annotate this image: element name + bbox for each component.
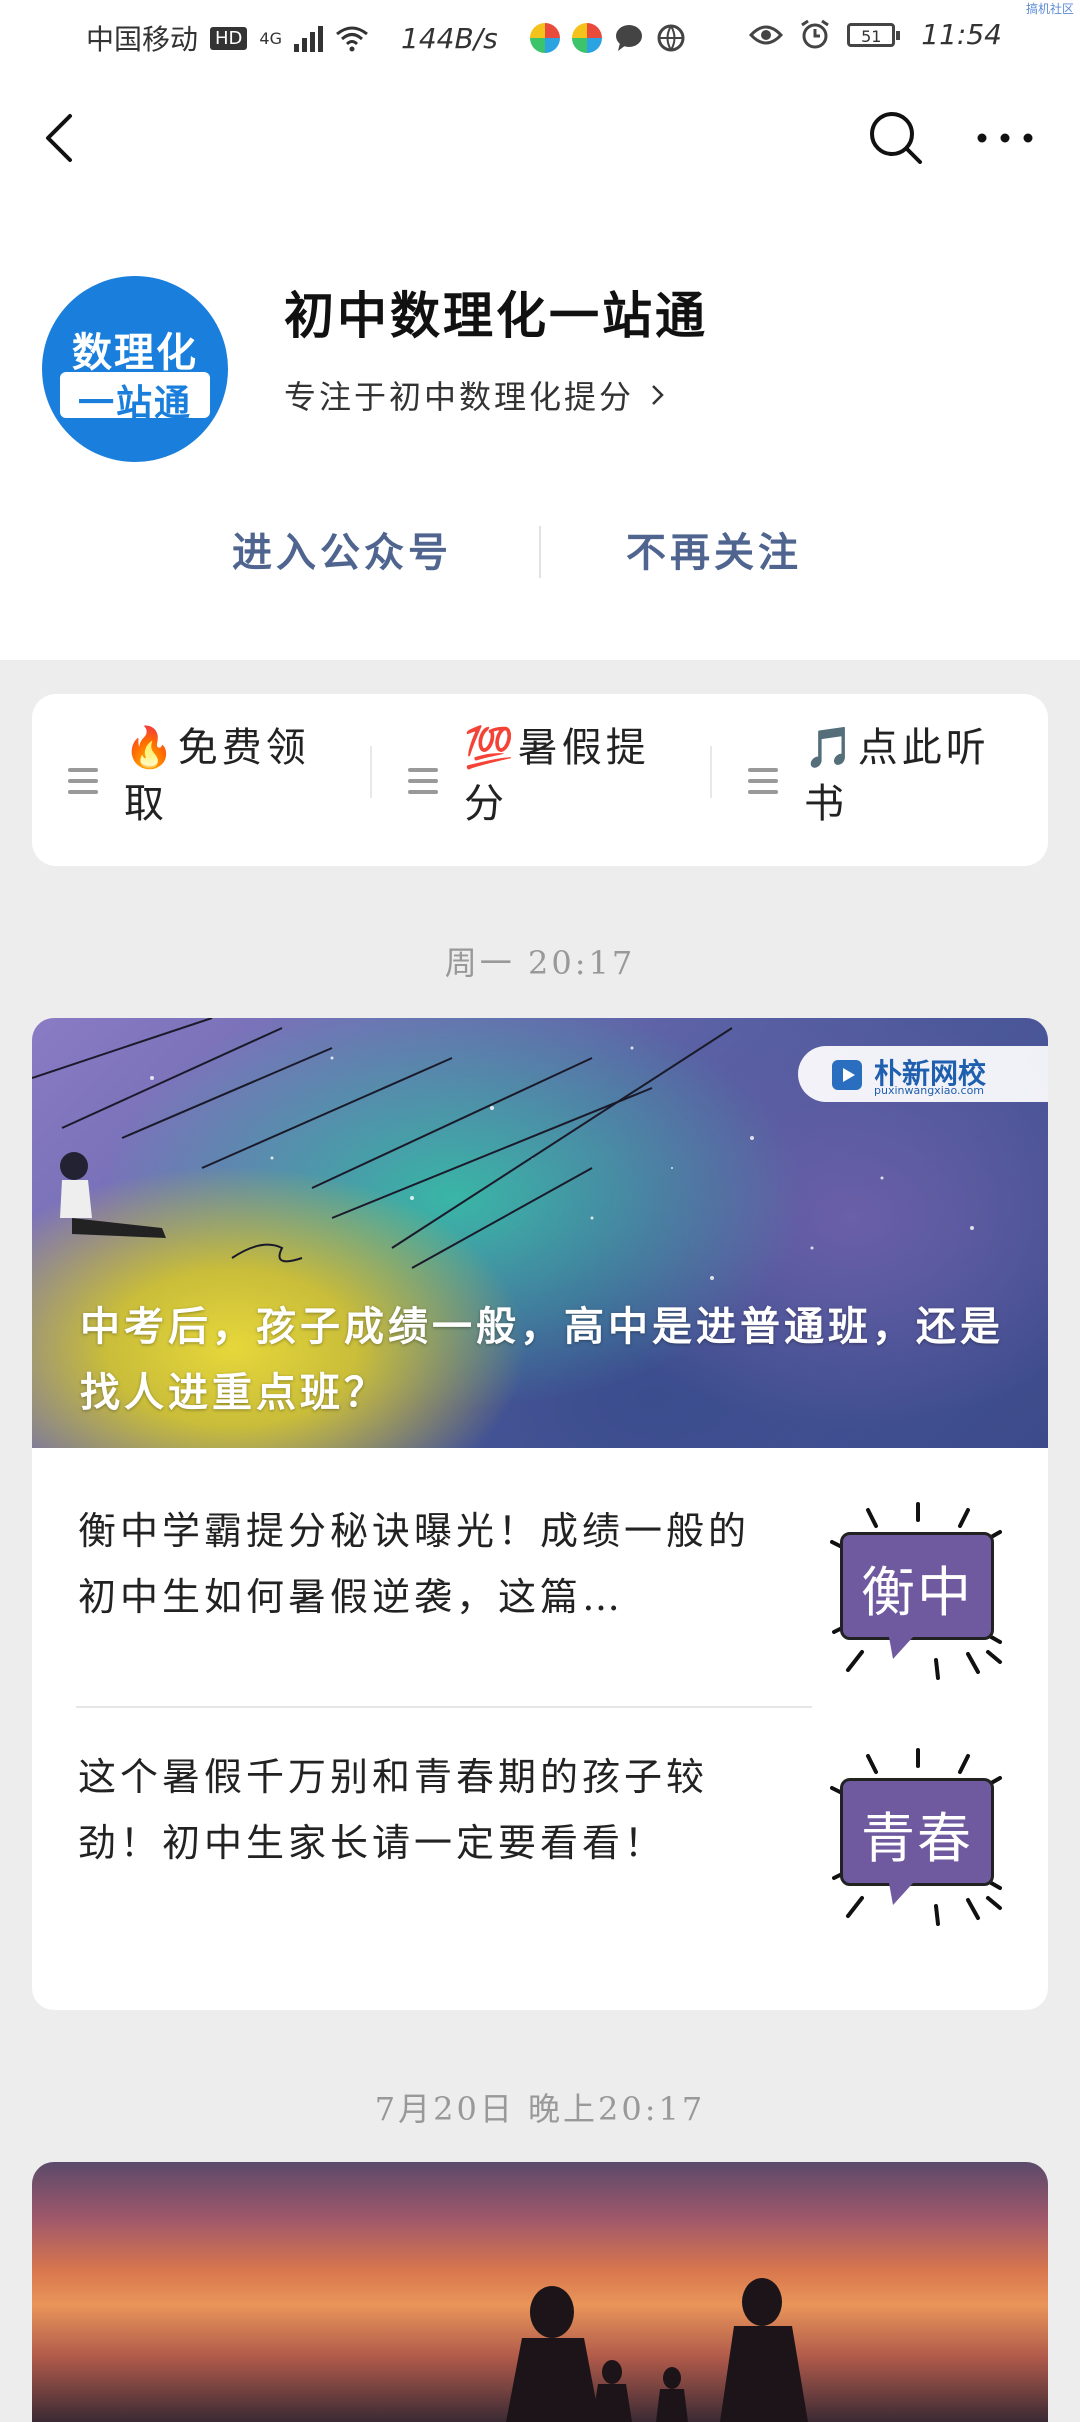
thumbnail-text: 青春 (861, 1809, 973, 1869)
thumbnail-text: 衡中 (861, 1563, 973, 1623)
divider (539, 526, 541, 578)
menu-item-label: 🎵点此听书 (804, 725, 990, 827)
account-description[interactable]: 专注于初中数理化提分 (284, 372, 670, 418)
avatar-line1: 数理化 (72, 330, 198, 376)
battery-icon: 51 (847, 22, 901, 47)
brand-url: puxinwangxiao.com (874, 1084, 985, 1097)
article-card: 朴新网校 puxinwangxiao.com 中考后，孩子成绩一般，高中是进普通… (32, 1018, 1048, 2010)
status-bar: 中国移动 HD 4G 144B/s 51 11:54 搞机社区 (0, 0, 1080, 70)
account-actions: 进入公众号 不再关注 (0, 520, 1080, 590)
signal-icon (294, 24, 323, 52)
carrier-label: 中国移动 (86, 23, 199, 56)
header-region: 中国移动 HD 4G 144B/s 51 11:54 搞机社区 数理化 一站通 (0, 0, 1080, 660)
menu-item-label: 🔥免费领取 (124, 725, 310, 827)
article-thumbnail: 衡中 (828, 1502, 1008, 1682)
app-notification-icon (571, 23, 602, 53)
menu-icon (748, 768, 778, 794)
account-description-text: 专注于初中数理化提分 (284, 378, 635, 416)
clock: 11:54 (921, 18, 1002, 51)
net-speed: 144B/s (401, 21, 498, 55)
message-timestamp: 7月20日 晚上20:17 (374, 2090, 706, 2128)
chevron-right-icon (652, 385, 664, 405)
alarm-icon (801, 19, 830, 48)
app-notification-icon (529, 23, 560, 53)
article-thumbnail: 青春 (828, 1748, 1008, 1928)
article-list-item[interactable]: 这个暑假千万别和青春期的孩子较劲！初中生家长请一定要看看！ 青春 (32, 1708, 1048, 1968)
hd-badge: HD (210, 26, 248, 50)
play-logo-icon (832, 1060, 862, 1090)
avatar[interactable]: 数理化 一站通 (42, 276, 228, 462)
search-icon[interactable] (866, 108, 926, 168)
chat-icon (615, 25, 642, 51)
article-title: 衡中学霸提分秘诀曝光！成绩一般的初中生如何暑假逆袭，这篇… (78, 1509, 751, 1619)
menu-item-summer[interactable]: 💯暑假提分 (372, 720, 672, 840)
account-name: 初中数理化一站通 (284, 286, 708, 345)
brand-logo: 朴新网校 puxinwangxiao.com (798, 1046, 1048, 1102)
article-cover[interactable]: 朴新网校 puxinwangxiao.com 中考后，孩子成绩一般，高中是进普通… (32, 1018, 1048, 1448)
sunset-family-illustration (506, 2278, 808, 2422)
article-title: 这个暑假千万别和青春期的孩子较劲！初中生家长请一定要看看！ (78, 1755, 709, 1865)
unfollow-button[interactable]: 不再关注 (626, 520, 802, 578)
menu-icon (408, 768, 438, 794)
message-timestamp: 周一 20:17 (444, 944, 636, 982)
menu-item-audiobook[interactable]: 🎵点此听书 (712, 720, 1012, 840)
globe-icon (657, 24, 685, 52)
more-dots-icon[interactable] (972, 108, 1038, 168)
back-chevron-icon[interactable] (36, 108, 96, 168)
wifi-icon (336, 26, 368, 52)
network-type: 4G (259, 28, 282, 48)
account-menu: 🔥免费领取 💯暑假提分 🎵点此听书 (32, 694, 1048, 866)
enter-account-button[interactable]: 进入公众号 (232, 520, 452, 578)
reading-child-illustration (60, 1152, 166, 1238)
article-cover[interactable] (32, 2162, 1048, 2422)
eye-icon (749, 25, 784, 44)
article-list-item[interactable]: 衡中学霸提分秘诀曝光！成绩一般的初中生如何暑假逆袭，这篇… 衡中 (32, 1448, 1048, 1708)
watermark-tag: 搞机社区 (1025, 2, 1074, 16)
nav-bar (0, 90, 1080, 190)
menu-icon (68, 768, 98, 794)
article-cover-title: 中考后，孩子成绩一般，高中是进普通班，还是找人进重点班？ (80, 1303, 1004, 1416)
account-profile: 数理化 一站通 初中数理化一站通 专注于初中数理化提分 (42, 276, 1042, 466)
menu-item-free[interactable]: 🔥免费领取 (32, 720, 332, 840)
menu-item-label: 💯暑假提分 (464, 725, 650, 827)
avatar-line2: 一站通 (77, 383, 192, 424)
